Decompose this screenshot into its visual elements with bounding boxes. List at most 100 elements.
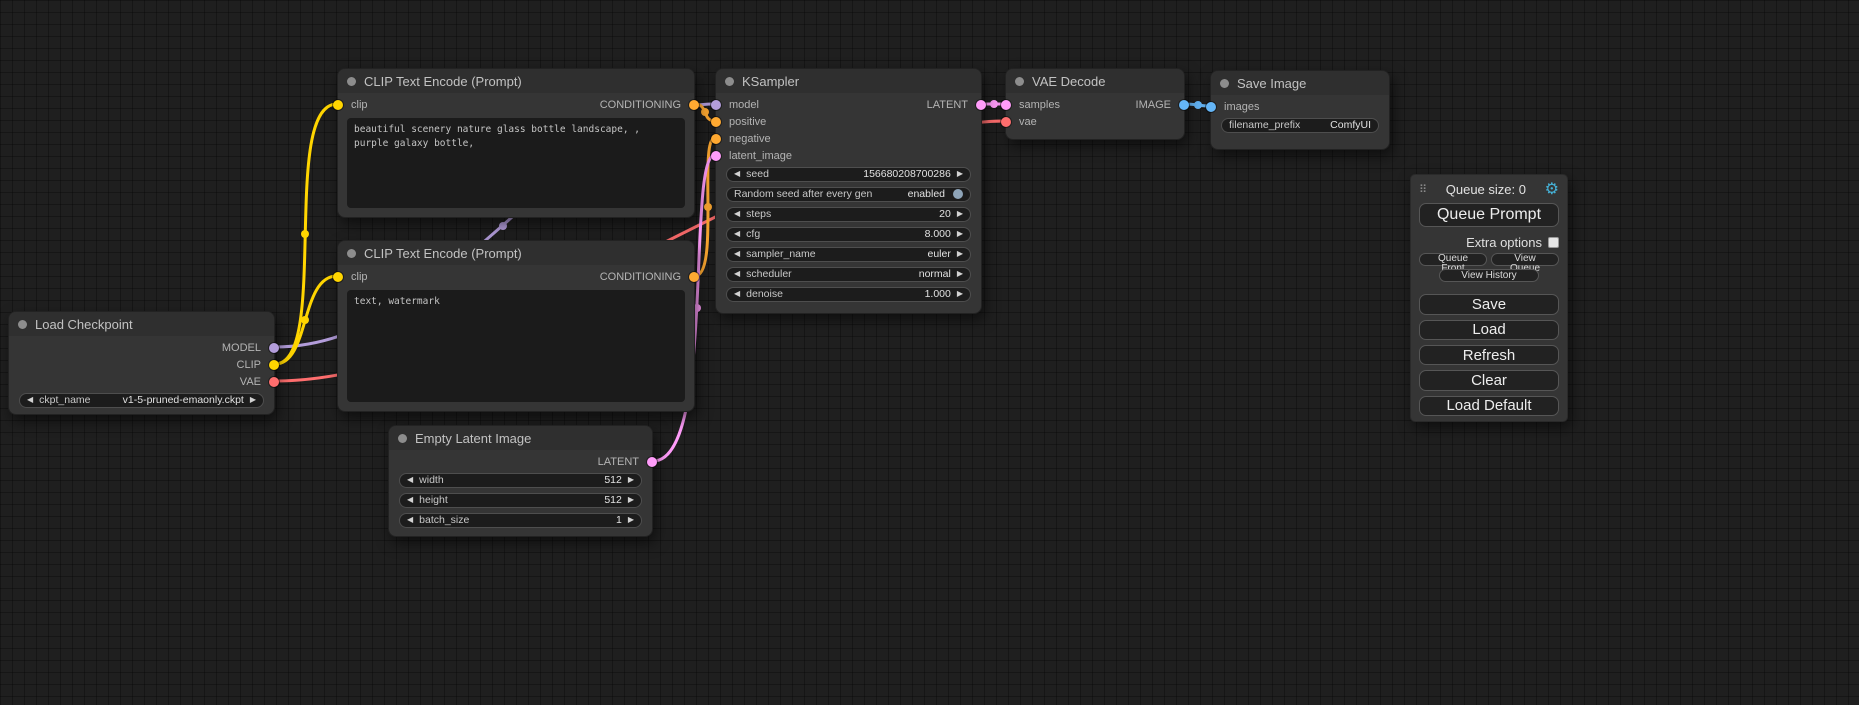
stepper-left-icon[interactable]: ◀ [407, 516, 413, 524]
stepper-right-icon[interactable]: ▶ [957, 290, 963, 298]
negative-input-dot[interactable] [711, 134, 721, 144]
refresh-button[interactable]: Refresh [1419, 345, 1559, 365]
view-queue-button[interactable]: View Queue [1491, 253, 1559, 266]
node-title-bar[interactable]: CLIP Text Encode (Prompt) [338, 241, 694, 265]
stepper-right-icon[interactable]: ▶ [628, 516, 634, 524]
model-output-dot[interactable] [269, 343, 279, 353]
queue-front-button[interactable]: Queue Front [1419, 253, 1487, 266]
conditioning-output-dot[interactable] [689, 100, 699, 110]
images-input-dot[interactable] [1206, 102, 1216, 112]
widget-value: normal [919, 268, 951, 280]
clip-input-dot[interactable] [333, 100, 343, 110]
node-clip-text-encode-positive[interactable]: CLIP Text Encode (Prompt) clip CONDITION… [337, 68, 695, 218]
stepper-right-icon[interactable]: ▶ [957, 210, 963, 218]
node-save-image[interactable]: Save Image images filename_prefix ComfyU… [1210, 70, 1390, 150]
node-title: Load Checkpoint [35, 317, 133, 332]
node-load-checkpoint[interactable]: Load Checkpoint MODEL CLIP VAE ◀ ckpt_na… [8, 311, 275, 415]
input-label-clip: clip [351, 271, 368, 283]
width-widget[interactable]: ◀ width 512 ▶ [399, 473, 642, 488]
filename-prefix-widget[interactable]: filename_prefix ComfyUI [1221, 118, 1379, 133]
input-slot-latent-image: latent_image [716, 147, 981, 164]
latent-output-dot[interactable] [647, 457, 657, 467]
slot-row-clip-conditioning: clip CONDITIONING [338, 96, 694, 113]
clip-input-dot[interactable] [333, 272, 343, 282]
load-button[interactable]: Load [1419, 320, 1559, 340]
model-input-dot[interactable] [711, 100, 721, 110]
denoise-widget[interactable]: ◀ denoise 1.000 ▶ [726, 287, 971, 302]
stepper-right-icon[interactable]: ▶ [957, 170, 963, 178]
stepper-right-icon[interactable]: ▶ [250, 396, 256, 404]
node-empty-latent-image[interactable]: Empty Latent Image LATENT ◀ width 512 ▶ … [388, 425, 653, 537]
conditioning-output-dot[interactable] [689, 272, 699, 282]
node-title-bar[interactable]: Load Checkpoint [9, 312, 274, 336]
widget-value: v1-5-pruned-emaonly.ckpt [123, 394, 244, 406]
output-label-conditioning: CONDITIONING [600, 271, 681, 283]
node-title-bar[interactable]: Empty Latent Image [389, 426, 652, 450]
height-widget[interactable]: ◀ height 512 ▶ [399, 493, 642, 508]
seed-widget[interactable]: ◀ seed 156680208700286 ▶ [726, 167, 971, 182]
stepper-right-icon[interactable]: ▶ [957, 270, 963, 278]
vae-output-dot[interactable] [269, 377, 279, 387]
node-title-bar[interactable]: Save Image [1211, 71, 1389, 95]
latent-output-dot[interactable] [976, 100, 986, 110]
view-history-button[interactable]: View History [1439, 269, 1540, 282]
stepper-left-icon[interactable]: ◀ [27, 396, 33, 404]
extra-options-label: Extra options [1466, 235, 1542, 250]
negative-prompt-textarea[interactable]: text, watermark [347, 290, 685, 402]
stepper-left-icon[interactable]: ◀ [734, 250, 740, 258]
image-output-dot[interactable] [1179, 100, 1189, 110]
random-seed-toggle-widget[interactable]: Random seed after every gen enabled [726, 187, 971, 202]
samples-input-dot[interactable] [1001, 100, 1011, 110]
stepper-left-icon[interactable]: ◀ [734, 270, 740, 278]
settings-gear-icon[interactable]: ⚙ [1545, 182, 1559, 198]
clear-button[interactable]: Clear [1419, 370, 1559, 390]
input-slot-positive: positive [716, 113, 981, 130]
input-label-negative: negative [729, 133, 771, 145]
batch-size-widget[interactable]: ◀ batch_size 1 ▶ [399, 513, 642, 528]
node-title: KSampler [742, 74, 799, 89]
load-default-button[interactable]: Load Default [1419, 396, 1559, 416]
output-label-conditioning: CONDITIONING [600, 99, 681, 111]
latent-image-input-dot[interactable] [711, 151, 721, 161]
sampler-name-widget[interactable]: ◀ sampler_name euler ▶ [726, 247, 971, 262]
widget-value: 512 [604, 474, 622, 486]
stepper-right-icon[interactable]: ▶ [628, 496, 634, 504]
cfg-widget[interactable]: ◀ cfg 8.000 ▶ [726, 227, 971, 242]
queue-prompt-button[interactable]: Queue Prompt [1419, 203, 1559, 227]
node-title-bar[interactable]: CLIP Text Encode (Prompt) [338, 69, 694, 93]
stepper-right-icon[interactable]: ▶ [628, 476, 634, 484]
input-label-latent-image: latent_image [729, 150, 792, 162]
save-button[interactable]: Save [1419, 294, 1559, 314]
ckpt-name-widget[interactable]: ◀ ckpt_name v1-5-pruned-emaonly.ckpt ▶ [19, 393, 264, 408]
queue-panel[interactable]: ⠿ Queue size: 0 ⚙ Queue Prompt Extra opt… [1410, 174, 1568, 422]
vae-input-dot[interactable] [1001, 117, 1011, 127]
scheduler-widget[interactable]: ◀ scheduler normal ▶ [726, 267, 971, 282]
queue-size-label: Queue size: 0 [1446, 182, 1526, 197]
node-title-bar[interactable]: KSampler [716, 69, 981, 93]
stepper-left-icon[interactable]: ◀ [734, 290, 740, 298]
steps-widget[interactable]: ◀ steps 20 ▶ [726, 207, 971, 222]
stepper-left-icon[interactable]: ◀ [407, 496, 413, 504]
node-vae-decode[interactable]: VAE Decode samples IMAGE vae [1005, 68, 1185, 140]
node-clip-text-encode-negative[interactable]: CLIP Text Encode (Prompt) clip CONDITION… [337, 240, 695, 412]
stepper-right-icon[interactable]: ▶ [957, 230, 963, 238]
toggle-knob-icon[interactable] [953, 189, 963, 199]
node-status-dot-icon [725, 77, 734, 86]
node-title: CLIP Text Encode (Prompt) [364, 246, 522, 261]
drag-handle-icon[interactable]: ⠿ [1419, 183, 1427, 196]
clip-output-dot[interactable] [269, 360, 279, 370]
node-ksampler[interactable]: KSampler model LATENT positive negative … [715, 68, 982, 314]
stepper-left-icon[interactable]: ◀ [407, 476, 413, 484]
node-graph-canvas[interactable]: Load Checkpoint MODEL CLIP VAE ◀ ckpt_na… [0, 0, 1859, 705]
stepper-left-icon[interactable]: ◀ [734, 230, 740, 238]
stepper-left-icon[interactable]: ◀ [734, 210, 740, 218]
stepper-right-icon[interactable]: ▶ [957, 250, 963, 258]
node-title-bar[interactable]: VAE Decode [1006, 69, 1184, 93]
stepper-left-icon[interactable]: ◀ [734, 170, 740, 178]
input-label-clip: clip [351, 99, 368, 111]
widget-label: seed [746, 168, 769, 180]
output-label-clip: CLIP [237, 359, 261, 371]
extra-options-checkbox[interactable] [1548, 237, 1559, 248]
positive-prompt-textarea[interactable]: beautiful scenery nature glass bottle la… [347, 118, 685, 208]
positive-input-dot[interactable] [711, 117, 721, 127]
